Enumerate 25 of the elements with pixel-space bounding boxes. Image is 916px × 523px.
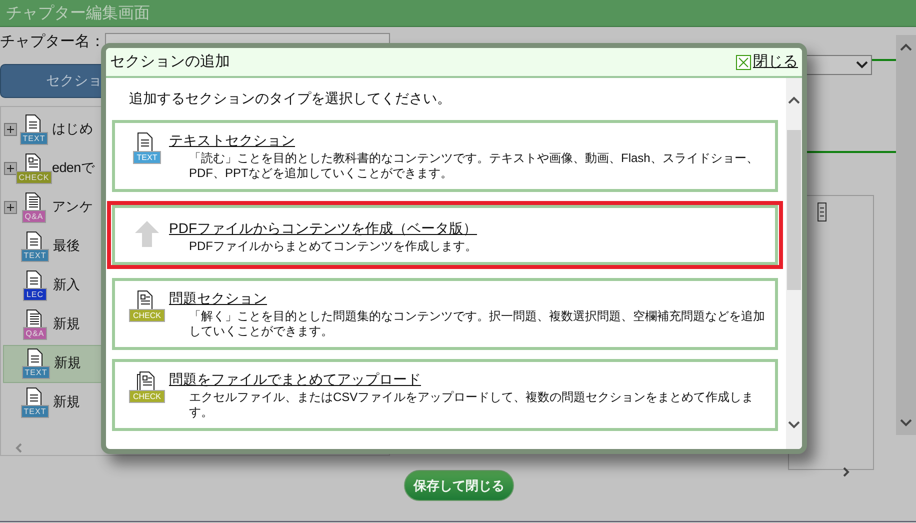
tree-item-label: 新規	[54, 354, 82, 372]
tree-item-label: アンケ	[52, 198, 94, 216]
option-description: エクセルファイル、またはCSVファイルをアップロードして、複数の問題セクションをまとめて作成します。	[189, 390, 755, 420]
window-title: チャプター編集画面	[0, 0, 916, 27]
type-badge: CHECK	[128, 309, 165, 322]
type-badge: TEXT	[20, 132, 48, 145]
chapter-name-label: チャプター名：	[0, 32, 105, 52]
type-badge: CHECK	[16, 171, 52, 184]
tree-item-label: 新規	[53, 393, 80, 412]
tree-item-label: はじめ	[52, 120, 94, 138]
type-badge: TEXT	[20, 405, 50, 418]
tree-item-label: edenで	[52, 159, 95, 178]
tree-item-label: 最後	[53, 237, 80, 256]
type-badge: Q&A	[22, 327, 48, 340]
type-badge: Q&A	[22, 210, 46, 223]
option-description: PDFファイルからまとめてコンテンツを作成します。	[189, 239, 478, 254]
tree-item-label: 新入	[53, 276, 80, 294]
type-badge: LEC	[23, 288, 47, 301]
tree-item-label: 新規	[53, 315, 80, 334]
type-badge: TEXT	[20, 249, 50, 262]
type-badge: TEXT	[132, 151, 162, 164]
type-badge: CHECK	[128, 390, 165, 403]
option-description: 「読む」ことを目的とした教科書的なコンテンツです。テキストや画像、動画、Flash、スライドショー、PDF、PPTなどを追加していくことができます。	[189, 151, 760, 181]
option-description: 「解く」ことを目的とした問題集的なコンテンツです。択一問題、複数選択問題、空欄補充問題などを追加していくことができます。	[189, 309, 765, 339]
type-badge: TEXT	[22, 366, 50, 379]
